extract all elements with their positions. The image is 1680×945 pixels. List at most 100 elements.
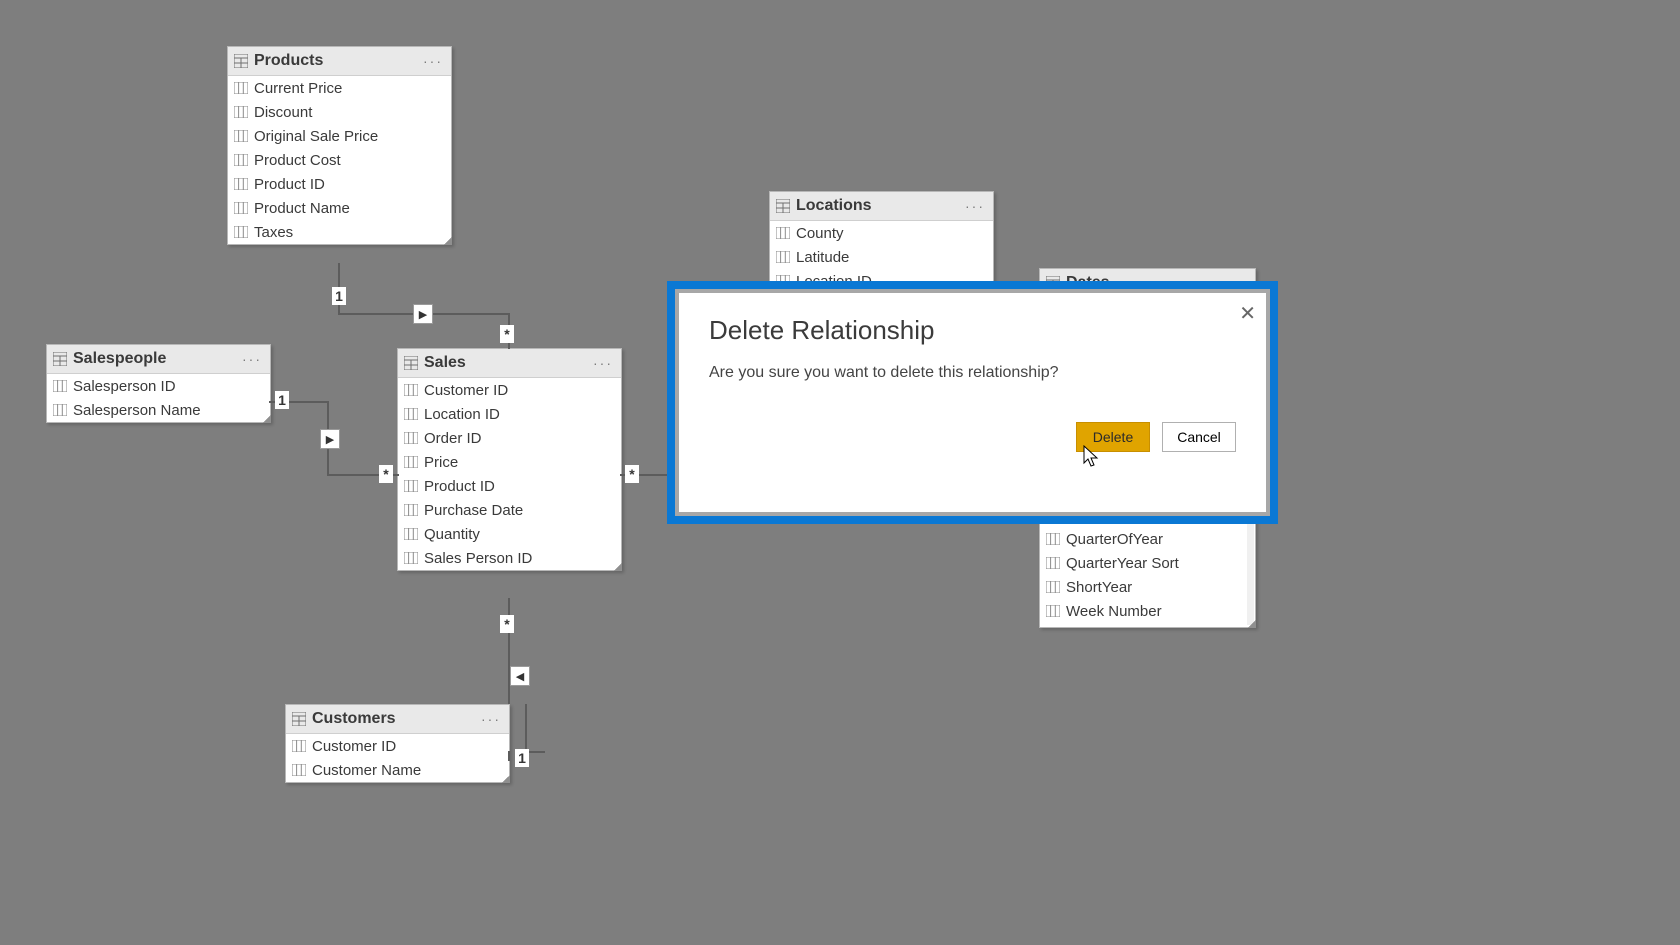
table-field[interactable]: County: [770, 221, 993, 245]
column-icon: [1046, 605, 1060, 617]
column-icon: [404, 456, 418, 468]
table-field-list: Customer ID Customer Name: [286, 734, 509, 782]
field-label: Latitude: [796, 249, 849, 266]
table-field[interactable]: Product ID: [398, 474, 621, 498]
table-field-list: Customer ID Location ID Order ID Price Produ…: [398, 378, 621, 570]
field-label: Price: [424, 454, 458, 471]
table-field[interactable]: QuarterYear Sort: [1040, 551, 1255, 575]
table-field-list: Current Price Discount Original Sale Price…: [228, 76, 451, 244]
column-icon: [1046, 557, 1060, 569]
column-icon: [292, 740, 306, 752]
table-field[interactable]: Discount: [228, 100, 451, 124]
delete-button[interactable]: Delete: [1076, 422, 1150, 452]
table-field[interactable]: Sales Person ID: [398, 546, 621, 570]
resize-handle[interactable]: [502, 775, 510, 783]
table-icon: [776, 199, 790, 213]
table-field[interactable]: Original Sale Price: [228, 124, 451, 148]
table-locations[interactable]: Locations ··· CountyLatitudeLocation ID: [769, 191, 994, 294]
field-label: Quantity: [424, 526, 480, 543]
table-header[interactable]: Products ···: [228, 47, 451, 76]
field-label: Product Cost: [254, 152, 341, 169]
dialog-buttons: Delete Cancel: [709, 422, 1236, 452]
cardinality-one: 1: [332, 287, 346, 305]
field-label: Discount: [254, 104, 312, 121]
model-canvas[interactable]: Products ··· Current Price Discount Origin…: [0, 0, 1680, 945]
table-menu-icon[interactable]: ···: [593, 355, 613, 371]
field-label: Product ID: [424, 478, 495, 495]
field-label: QuarterYear Sort: [1066, 555, 1179, 572]
table-field[interactable]: Latitude: [770, 245, 993, 269]
dialog-title: Delete Relationship: [709, 315, 1236, 346]
field-label: Customer Name: [312, 762, 421, 779]
table-title: Products: [254, 52, 323, 70]
table-menu-icon[interactable]: ···: [965, 198, 985, 214]
column-icon: [234, 178, 248, 190]
column-icon: [234, 202, 248, 214]
table-menu-icon[interactable]: ···: [481, 711, 501, 727]
resize-handle[interactable]: [263, 415, 271, 423]
table-field[interactable]: Product Cost: [228, 148, 451, 172]
field-label: Original Sale Price: [254, 128, 378, 145]
table-title: Salespeople: [73, 350, 166, 368]
field-label: Product ID: [254, 176, 325, 193]
table-field[interactable]: Customer ID: [286, 734, 509, 758]
cancel-button[interactable]: Cancel: [1162, 422, 1236, 452]
dialog-message: Are you sure you want to delete this rel…: [709, 364, 1236, 382]
close-icon[interactable]: ✕: [1239, 301, 1256, 326]
column-icon: [1046, 581, 1060, 593]
table-salespeople[interactable]: Salespeople ··· Salesperson ID Salesperso…: [46, 344, 271, 423]
table-menu-icon[interactable]: ···: [242, 351, 262, 367]
resize-handle[interactable]: [614, 563, 622, 571]
relationship-line[interactable]: [508, 598, 510, 704]
table-field[interactable]: Order ID: [398, 426, 621, 450]
table-field[interactable]: Week Number: [1040, 599, 1255, 623]
relationship-line[interactable]: [508, 751, 510, 761]
field-label: Current Price: [254, 80, 342, 97]
field-label: Customer ID: [312, 738, 396, 755]
filter-direction-icon: ◀: [510, 666, 530, 686]
table-field[interactable]: Current Price: [228, 76, 451, 100]
field-label: Taxes: [254, 224, 293, 241]
table-menu-icon[interactable]: ···: [423, 53, 443, 69]
column-icon: [404, 432, 418, 444]
table-customers[interactable]: Customers ··· Customer ID Customer Name: [285, 704, 510, 783]
column-icon: [234, 106, 248, 118]
column-icon: [1046, 533, 1060, 545]
table-header[interactable]: Sales ···: [398, 349, 621, 378]
table-field[interactable]: Product ID: [228, 172, 451, 196]
resize-handle[interactable]: [444, 237, 452, 245]
resize-handle[interactable]: [1248, 620, 1256, 628]
cardinality-one: 1: [515, 749, 529, 767]
table-field[interactable]: Quantity: [398, 522, 621, 546]
column-icon: [234, 226, 248, 238]
table-field[interactable]: ShortYear: [1040, 575, 1255, 599]
field-label: Salesperson ID: [73, 378, 176, 395]
table-title: Customers: [312, 710, 396, 728]
table-field[interactable]: Product Name: [228, 196, 451, 220]
table-field[interactable]: Price: [398, 450, 621, 474]
table-field[interactable]: Customer Name: [286, 758, 509, 782]
table-field[interactable]: Customer ID: [398, 378, 621, 402]
table-field[interactable]: Purchase Date: [398, 498, 621, 522]
field-label: ShortYear: [1066, 579, 1132, 596]
cardinality-many: *: [500, 615, 514, 633]
table-field[interactable]: Location ID: [398, 402, 621, 426]
table-field[interactable]: Taxes: [228, 220, 451, 244]
field-label: Order ID: [424, 430, 482, 447]
table-sales[interactable]: Sales ··· Customer ID Location ID Order ID…: [397, 348, 622, 571]
field-label: Customer ID: [424, 382, 508, 399]
table-header[interactable]: Customers ···: [286, 705, 509, 734]
cardinality-one: 1: [275, 391, 289, 409]
table-title: Sales: [424, 354, 466, 372]
table-header[interactable]: Salespeople ···: [47, 345, 270, 374]
table-field[interactable]: QuarterOfYear: [1040, 527, 1255, 551]
table-field[interactable]: Salesperson ID: [47, 374, 270, 398]
table-header[interactable]: Locations ···: [770, 192, 993, 221]
table-products[interactable]: Products ··· Current Price Discount Origin…: [227, 46, 452, 245]
column-icon: [53, 404, 67, 416]
column-icon: [292, 764, 306, 776]
column-icon: [234, 82, 248, 94]
table-title: Locations: [796, 197, 872, 215]
relationship-line[interactable]: [525, 704, 527, 753]
table-field[interactable]: Salesperson Name: [47, 398, 270, 422]
